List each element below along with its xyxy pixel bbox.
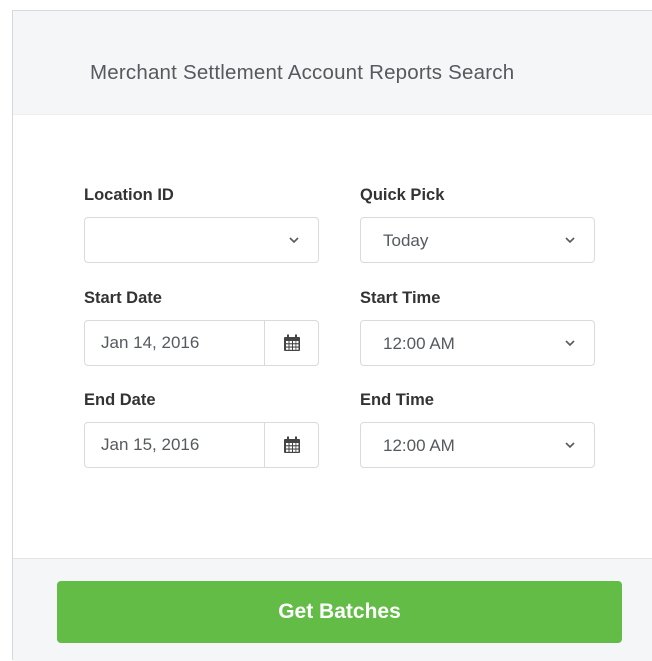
- start-time-select[interactable]: 12:00 AM: [360, 320, 595, 366]
- start-time-label: Start Time: [360, 289, 441, 307]
- start-time-value: 12:00 AM: [383, 334, 455, 353]
- quick-pick-select[interactable]: Today: [360, 217, 595, 263]
- end-time-value: 12:00 AM: [383, 436, 455, 455]
- calendar-icon: [283, 334, 300, 351]
- calendar-icon: [283, 436, 300, 453]
- start-date-field: Jan 14, 2016: [84, 320, 319, 366]
- end-time-select[interactable]: 12:00 AM: [360, 422, 595, 468]
- start-date-input[interactable]: Jan 14, 2016: [85, 321, 264, 365]
- start-date-label: Start Date: [84, 289, 162, 307]
- chevron-down-icon: [565, 237, 575, 244]
- report-search-panel: Merchant Settlement Account Reports Sear…: [12, 10, 652, 661]
- quick-pick-value: Today: [383, 231, 429, 250]
- location-id-label: Location ID: [84, 186, 174, 204]
- location-id-select[interactable]: [84, 217, 319, 263]
- chevron-down-icon: [565, 340, 575, 347]
- end-date-field: Jan 15, 2016: [84, 422, 319, 468]
- start-date-picker-button[interactable]: [264, 321, 318, 365]
- chevron-down-icon: [565, 442, 575, 449]
- get-batches-button[interactable]: Get Batches: [57, 581, 622, 643]
- page-title: Merchant Settlement Account Reports Sear…: [90, 61, 515, 84]
- end-date-picker-button[interactable]: [264, 423, 318, 467]
- end-date-label: End Date: [84, 391, 156, 409]
- quick-pick-label: Quick Pick: [360, 186, 445, 204]
- panel-header: Merchant Settlement Account Reports Sear…: [13, 11, 652, 115]
- panel-footer: Get Batches: [13, 558, 652, 661]
- end-time-label: End Time: [360, 391, 434, 409]
- chevron-down-icon: [289, 237, 299, 244]
- end-date-input[interactable]: Jan 15, 2016: [85, 423, 264, 467]
